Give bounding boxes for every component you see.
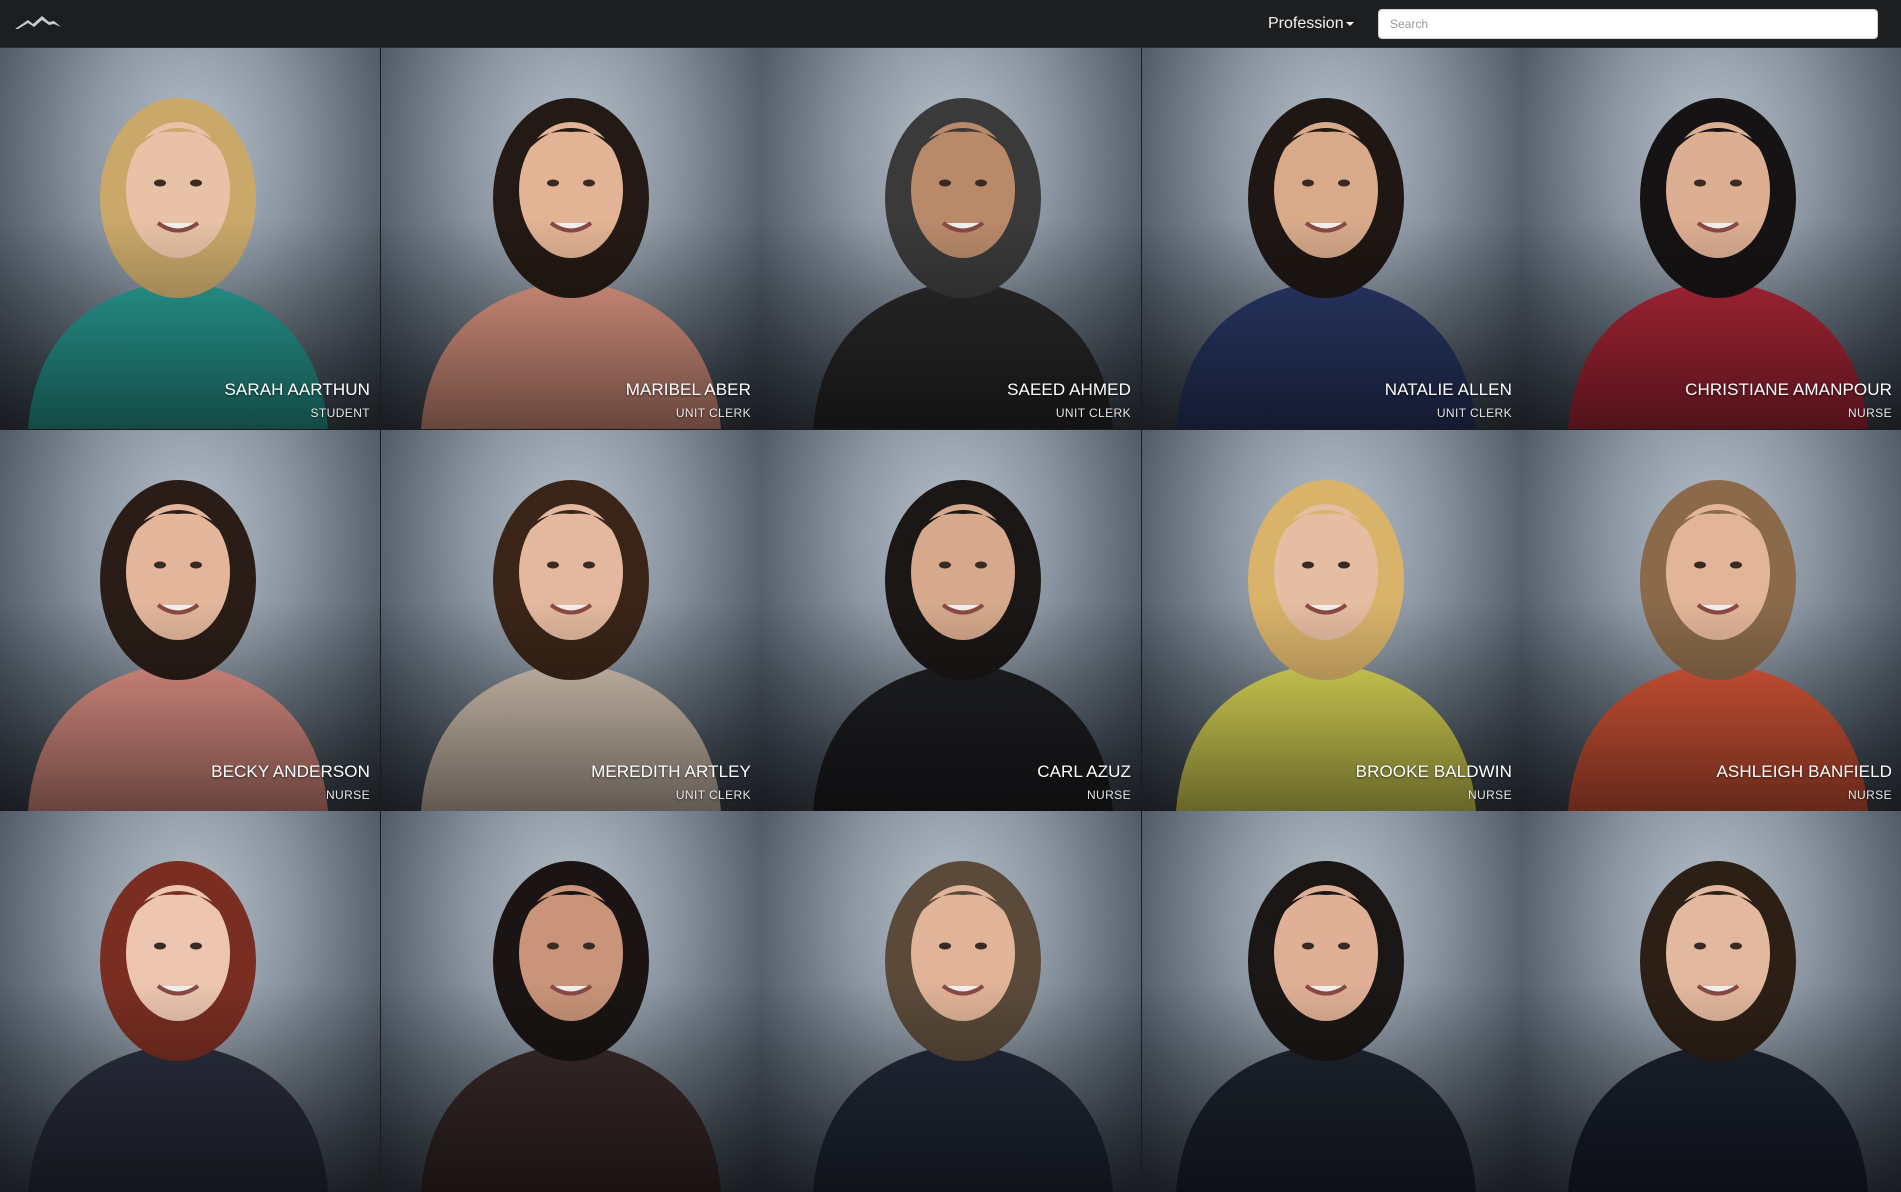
- card-gradient-overlay: [381, 430, 761, 811]
- person-name: MEREDITH ARTLEY: [591, 762, 751, 781]
- card-gradient-overlay: [1522, 48, 1901, 429]
- person-profession: NURSE: [1847, 406, 1892, 420]
- person-name: BROOKE BALDWIN: [1355, 762, 1512, 781]
- person-name: NATALIE ALLEN: [1384, 380, 1512, 399]
- card-gradient-overlay: [0, 811, 380, 1192]
- person-profession: NURSE: [325, 788, 370, 802]
- person-name: CHRISTIANE AMANPOUR: [1685, 380, 1892, 399]
- card-gradient-overlay: [0, 430, 380, 811]
- person-name: BECKY ANDERSON: [211, 762, 370, 781]
- person-profession: UNIT CLERK: [1055, 406, 1131, 420]
- person-card[interactable]: CHRISTIANE AMANPOUR NURSE: [1522, 48, 1901, 429]
- person-name: SARAH AARTHUN: [224, 380, 370, 399]
- card-gradient-overlay: [1142, 48, 1522, 429]
- person-profession: STUDENT: [310, 406, 370, 420]
- card-gradient-overlay: [1522, 811, 1901, 1192]
- card-gradient-overlay: [761, 430, 1141, 811]
- profession-dropdown-label: Profession: [1268, 15, 1344, 32]
- person-profession: NURSE: [1086, 788, 1131, 802]
- card-gradient-overlay: [1522, 430, 1901, 811]
- search-input[interactable]: [1378, 9, 1878, 39]
- person-card[interactable]: [1142, 811, 1522, 1192]
- card-gradient-overlay: [761, 811, 1141, 1192]
- people-grid: SARAH AARTHUN STUDENT MARIBEL ABER UNIT CLE…: [0, 48, 1901, 1192]
- person-name: SAEED AHMED: [1007, 380, 1131, 399]
- card-gradient-overlay: [381, 811, 761, 1192]
- card-gradient-overlay: [761, 48, 1141, 429]
- top-navbar: Profession: [0, 0, 1901, 48]
- person-name: ASHLEIGH BANFIELD: [1716, 762, 1892, 781]
- person-profession: NURSE: [1467, 788, 1512, 802]
- person-card[interactable]: SARAH AARTHUN STUDENT: [0, 48, 380, 429]
- person-card[interactable]: BROOKE BALDWIN NURSE: [1142, 430, 1522, 811]
- card-gradient-overlay: [1142, 430, 1522, 811]
- card-gradient-overlay: [381, 48, 761, 429]
- person-card[interactable]: ASHLEIGH BANFIELD NURSE: [1522, 430, 1901, 811]
- mountain-logo-icon[interactable]: [14, 13, 62, 31]
- person-card[interactable]: NATALIE ALLEN UNIT CLERK: [1142, 48, 1522, 429]
- person-profession: UNIT CLERK: [1436, 406, 1512, 420]
- person-profession: UNIT CLERK: [675, 788, 751, 802]
- person-profession: NURSE: [1847, 788, 1892, 802]
- person-card[interactable]: [0, 811, 380, 1192]
- person-card[interactable]: MARIBEL ABER UNIT CLERK: [381, 48, 761, 429]
- card-gradient-overlay: [1142, 811, 1522, 1192]
- person-profession: UNIT CLERK: [675, 406, 751, 420]
- person-name: CARL AZUZ: [1037, 762, 1131, 781]
- profession-dropdown[interactable]: Profession: [1268, 14, 1354, 34]
- person-card[interactable]: SAEED AHMED UNIT CLERK: [761, 48, 1141, 429]
- person-card[interactable]: [381, 811, 761, 1192]
- person-card[interactable]: [1522, 811, 1901, 1192]
- person-card[interactable]: [761, 811, 1141, 1192]
- person-name: MARIBEL ABER: [625, 380, 751, 399]
- person-card[interactable]: BECKY ANDERSON NURSE: [0, 430, 380, 811]
- card-gradient-overlay: [0, 48, 380, 429]
- person-card[interactable]: CARL AZUZ NURSE: [761, 430, 1141, 811]
- caret-down-icon: [1345, 21, 1354, 26]
- person-card[interactable]: MEREDITH ARTLEY UNIT CLERK: [381, 430, 761, 811]
